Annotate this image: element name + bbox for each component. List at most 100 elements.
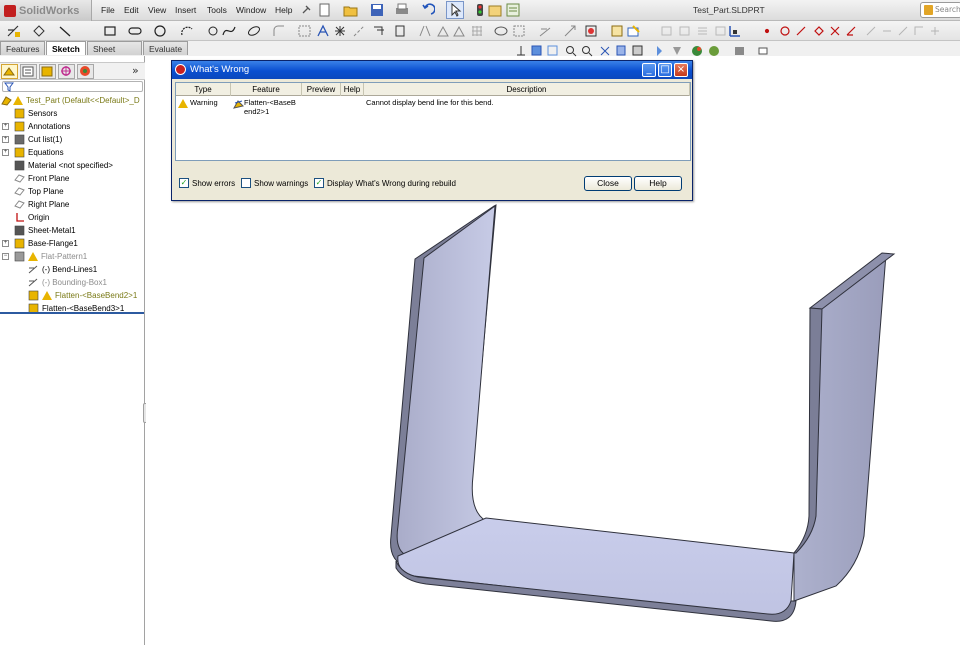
col-feature[interactable]: Feature [231,83,302,96]
sketch-text-icon[interactable] [298,24,312,38]
table-row[interactable]: Warning Flatten-<BaseB end2>1 Cannot dis… [176,97,690,121]
sketch-entity-tools-icon[interactable] [763,25,953,37]
arc-tool-icon[interactable] [180,24,194,38]
tree-item[interactable]: − Flat-Pattern1 [0,250,145,263]
print-icon[interactable] [394,3,410,17]
pin-icon[interactable] [300,4,312,16]
configuration-manager-tab[interactable] [39,64,56,79]
grid-pattern-icon[interactable] [470,24,484,38]
repair-sketch-icon[interactable] [563,24,577,38]
line-tool-icon[interactable] [58,24,72,38]
expand-toggle-icon[interactable]: + [2,136,9,143]
help-button[interactable]: Help [634,176,682,191]
tree-item[interactable]: Material <not specified> [0,159,145,172]
tree-item[interactable]: Sensors [0,107,145,120]
display-relations-icon[interactable] [538,24,552,38]
menu-help[interactable]: Help [275,5,292,15]
tree-item[interactable]: Sheet-Metal1 [0,224,145,237]
new-document-icon[interactable] [318,3,332,17]
undo-icon[interactable] [421,3,435,17]
expand-toggle-icon[interactable]: + [2,123,9,130]
tree-item[interactable]: + Annotations [0,120,145,133]
tab-features[interactable]: Features [0,41,45,55]
mirror-entities-icon[interactable] [418,24,432,38]
smart-dimension-icon[interactable] [32,24,46,38]
col-description[interactable]: Description [364,83,690,96]
tree-root-part[interactable]: Test_Part (Default<<Default>_D [0,94,145,107]
feature-tree-filter[interactable] [2,81,143,92]
rapid-sketch-icon[interactable] [610,24,624,38]
solidworks-logo[interactable]: SolidWorks [0,0,92,21]
sketch-icon [28,278,38,287]
col-preview[interactable]: Preview [302,83,341,96]
sensors-icon [14,108,25,119]
tab-sketch[interactable]: Sketch [46,41,86,55]
file-properties-icon[interactable] [488,3,502,17]
sketch-icon[interactable] [6,24,22,38]
menu-view[interactable]: View [148,5,166,15]
heads-up-view-toolbar[interactable] [515,44,775,58]
menu-edit[interactable]: Edit [124,5,139,15]
slot-tool-icon[interactable] [128,24,142,38]
ellipse-tool-icon[interactable] [247,24,261,38]
show-errors-checkbox[interactable]: ✓ Show errors [179,178,235,188]
menu-file[interactable]: File [101,5,115,15]
expand-toggle-icon[interactable]: + [2,240,9,247]
save-icon[interactable] [370,3,384,17]
tree-item[interactable]: + Equations [0,146,145,159]
menu-window[interactable]: Window [236,5,266,15]
menu-tools[interactable]: Tools [207,5,227,15]
close-button[interactable]: Close [584,176,632,191]
tree-item[interactable]: Top Plane [0,185,145,198]
move-entities-icon[interactable] [494,24,508,38]
tab-sheet-metal[interactable]: Sheet Metal [87,41,142,64]
open-folder-icon[interactable] [343,3,359,17]
rollback-bar[interactable] [0,312,144,314]
display-manager-tab[interactable] [77,64,94,79]
minimize-button[interactable]: _ [642,63,656,77]
expand-toggle-icon[interactable]: − [2,253,9,260]
convert-entities-icon[interactable] [372,24,386,38]
col-help[interactable]: Help [341,83,364,96]
dialog-title-bar[interactable]: What's Wrong _ □ × [172,61,692,79]
tab-evaluate[interactable]: Evaluate [143,41,188,55]
dialog-close-button[interactable]: × [674,63,688,77]
circular-pattern-icon[interactable] [452,24,466,38]
col-type[interactable]: Type [176,83,231,96]
search-box[interactable]: Search [920,2,960,18]
fillet-tool-icon[interactable] [272,24,286,38]
sketch-grid-icon[interactable] [728,24,742,38]
expand-toggle-icon[interactable]: + [2,149,9,156]
circle-tool-icon[interactable] [153,24,167,38]
point-tool-icon[interactable] [334,24,346,38]
offset-entities-icon[interactable] [393,24,407,38]
feature-manager-tab[interactable] [1,64,18,79]
linear-pattern-icon[interactable] [436,24,450,38]
select-tool-button[interactable] [446,1,464,19]
dimxpert-manager-tab[interactable] [58,64,75,79]
tree-item[interactable]: Origin [0,211,145,224]
tree-item[interactable]: (-) Bend-Lines1 [0,263,145,276]
spline-tool-icon[interactable] [222,24,236,38]
tree-item[interactable]: (-) Bounding-Box1 [0,276,145,289]
centerline-icon[interactable] [352,24,366,38]
text-tool-icon[interactable] [316,24,330,38]
options-icon[interactable] [506,3,520,17]
maximize-button[interactable]: □ [658,63,672,77]
expand-chevron-icon[interactable]: » [132,64,139,77]
polygon-tool-icon[interactable] [206,24,220,38]
instant-2d-icon[interactable] [627,24,641,38]
rebuild-icon[interactable] [475,3,485,17]
tree-item[interactable]: Flatten-<BaseBend2>1 [0,289,145,302]
menu-insert[interactable]: Insert [175,5,196,15]
property-manager-tab[interactable] [20,64,37,79]
tree-item[interactable]: Front Plane [0,172,145,185]
tree-item[interactable]: Right Plane [0,198,145,211]
copy-entities-icon[interactable] [512,24,526,38]
tree-item[interactable]: + Base-Flange1 [0,237,145,250]
tree-item[interactable]: + Cut list(1) [0,133,145,146]
display-during-rebuild-checkbox[interactable]: ✓ Display What's Wrong during rebuild [314,178,456,188]
quick-snaps-icon[interactable] [584,24,598,38]
rectangle-tool-icon[interactable] [103,24,117,38]
show-warnings-checkbox[interactable]: Show warnings [241,178,308,188]
